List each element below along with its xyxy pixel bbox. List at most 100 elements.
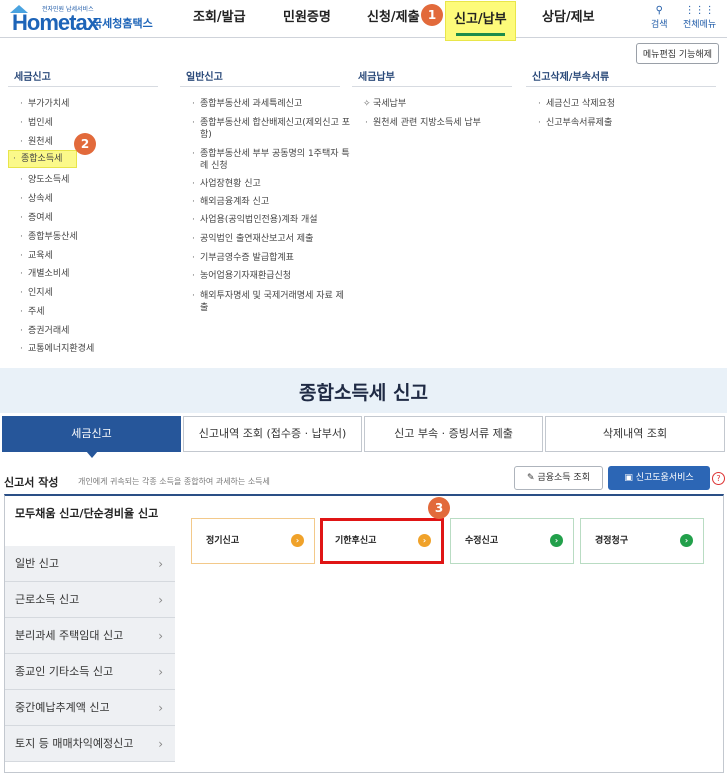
menu-item-national-tax-payment[interactable]: 국세납부 bbox=[363, 98, 406, 110]
menu-item-overseas-account[interactable]: 해외금융계좌 신고 bbox=[192, 196, 350, 208]
card-correction-claim[interactable]: 경정청구 › bbox=[580, 518, 704, 564]
nav-report-payment-label: 신고/납부 bbox=[454, 12, 507, 27]
card-regular-report[interactable]: 정기신고 › bbox=[191, 518, 315, 564]
card-label: 수정신고 bbox=[465, 536, 499, 546]
card-label: 정기신고 bbox=[206, 536, 240, 546]
menu-item-excise-tax[interactable]: 개별소비세 bbox=[20, 268, 69, 280]
menu-item-stamp-tax[interactable]: 인지세 bbox=[20, 287, 53, 299]
side-item-interim-prepayment[interactable]: 중간예납추계액 신고 › bbox=[5, 690, 175, 726]
menu-item-property-tax-special[interactable]: 종합부동산세 과세특례신고 bbox=[192, 98, 350, 110]
divider bbox=[180, 86, 340, 87]
finance-income-lookup-button[interactable]: ✎ 금융소득 조회 bbox=[514, 466, 603, 490]
chevron-right-icon: › bbox=[291, 534, 304, 547]
chevron-right-icon: › bbox=[158, 593, 163, 607]
logo-korean-text: 국세청홈택스 bbox=[92, 17, 153, 30]
search-icon: ⚲ bbox=[655, 5, 663, 16]
menu-item-delete-request[interactable]: 세금신고 삭제요청 bbox=[538, 98, 615, 110]
menu-edit-button[interactable]: 메뉴편집 기능해제 bbox=[635, 43, 719, 64]
menu-item-business-status[interactable]: 사업장현황 신고 bbox=[192, 178, 350, 190]
chevron-right-icon: › bbox=[550, 534, 563, 547]
chevron-right-icon: › bbox=[158, 557, 163, 571]
help-icon[interactable]: ? bbox=[712, 472, 725, 485]
section-description: 개인에게 귀속되는 각종 소득을 종합하여 과세하는 소득세 bbox=[78, 477, 270, 486]
menu-item-attachment-submit[interactable]: 신고부속서류제출 bbox=[538, 117, 612, 129]
menu-item-global-income-tax[interactable]: 종합소득세 bbox=[8, 150, 78, 168]
chevron-right-icon: › bbox=[418, 534, 431, 547]
menu-item-corporate-tax[interactable]: 법인세 bbox=[20, 117, 53, 129]
chevron-right-icon: › bbox=[158, 629, 163, 643]
menu-item-property-tax-couple[interactable]: 종합부동산세 부부 공동명의 1주택자 특례 신청 bbox=[192, 148, 350, 172]
grid-icon: ⋮⋮⋮ bbox=[684, 5, 715, 16]
search-label: 검색 bbox=[651, 20, 668, 30]
menu-item-comprehensive-property-tax[interactable]: 종합부동산세 bbox=[20, 231, 78, 243]
tab-delete-history[interactable]: 삭제내역 조회 bbox=[545, 416, 725, 452]
side-item-label: 토지 등 매매차익예정신고 bbox=[15, 737, 134, 750]
chevron-right-icon: › bbox=[680, 534, 693, 547]
side-item-religious-income[interactable]: 종교인 기타소득 신고 › bbox=[5, 654, 175, 690]
logo-text: Hometax bbox=[12, 10, 99, 35]
menu-item-public-corp-report[interactable]: 공익법인 출연재산보고서 제출 bbox=[192, 233, 350, 245]
side-item-separate-housing[interactable]: 분리과세 주택임대 신고 › bbox=[5, 618, 175, 654]
side-item-label: 중간예납추계액 신고 bbox=[15, 701, 110, 714]
menu-item-education-tax[interactable]: 교육세 bbox=[20, 250, 53, 262]
divider bbox=[352, 86, 512, 87]
side-item-label: 분리과세 주택임대 신고 bbox=[15, 629, 124, 642]
card-late-report[interactable]: 기한후신고 › bbox=[320, 518, 444, 564]
side-item-label: 일반 신고 bbox=[15, 557, 59, 570]
active-underline bbox=[456, 33, 505, 36]
column-title-delete-attach: 신고삭제/부속서류 bbox=[532, 72, 610, 83]
menu-item-securities-tax[interactable]: 증권거래세 bbox=[20, 325, 69, 337]
menu-item-overseas-investment[interactable]: 해외투자명세 및 국제거래명세 자료 제출 bbox=[192, 290, 350, 314]
nav-report-payment[interactable]: 신고/납부 bbox=[445, 1, 516, 41]
top-header: 전자민원 납세서비스 Hometax 국세청홈택스 조회/발급 민원증명 신청/… bbox=[0, 0, 727, 41]
menu-item-liquor-tax[interactable]: 주세 bbox=[20, 306, 44, 318]
nav-consult-report[interactable]: 상담/제보 bbox=[542, 0, 595, 38]
all-menu-label: 전체메뉴 bbox=[683, 20, 717, 30]
menu-item-business-account[interactable]: 사업용(공익법인전용)계좌 개설 bbox=[192, 214, 350, 226]
document-icon: ✎ bbox=[527, 473, 535, 483]
step-badge-1: 1 bbox=[421, 4, 443, 26]
report-help-service-label: 신고도움서비스 bbox=[635, 473, 694, 483]
menu-item-traffic-energy-tax[interactable]: 교통에너지환경세 bbox=[20, 343, 94, 355]
menu-item-vat[interactable]: 부가가치세 bbox=[20, 98, 69, 110]
tab-tax-report[interactable]: 세금신고 bbox=[2, 416, 181, 458]
chevron-right-icon: › bbox=[158, 665, 163, 679]
card-label: 경정청구 bbox=[595, 536, 629, 546]
side-item-label: 근로소득 신고 bbox=[15, 593, 80, 606]
chevron-right-icon: › bbox=[158, 737, 163, 751]
menu-item-gift-tax[interactable]: 증여세 bbox=[20, 212, 53, 224]
nav-lookup-issue[interactable]: 조회/발급 bbox=[193, 0, 246, 38]
side-item-general[interactable]: 일반 신고 › bbox=[5, 546, 175, 582]
column-title-general-report: 일반신고 bbox=[186, 72, 223, 83]
tab-report-history[interactable]: 신고내역 조회 (접수증 · 납부서) bbox=[183, 416, 362, 452]
card-label: 기한후신고 bbox=[335, 536, 377, 546]
side-item-land-sale[interactable]: 토지 등 매매차익예정신고 › bbox=[5, 726, 175, 762]
side-item-label: 종교인 기타소득 신고 bbox=[15, 665, 114, 678]
card-amended-report[interactable]: 수정신고 › bbox=[450, 518, 574, 564]
column-title-tax-report: 세금신고 bbox=[14, 72, 51, 83]
menu-item-inheritance-tax[interactable]: 상속세 bbox=[20, 193, 53, 205]
nav-civil-certificate[interactable]: 민원증명 bbox=[283, 0, 331, 38]
menu-item-local-income-tax-payment[interactable]: 원천세 관련 지방소득세 납부 bbox=[365, 117, 481, 129]
step-badge-2: 2 bbox=[74, 133, 96, 155]
menu-item-property-tax-exclusion[interactable]: 종합부동산세 합산배제신고(제외신고 포함) bbox=[192, 117, 350, 141]
menu-item-farm-refund[interactable]: 농어업용기자재환급신청 bbox=[192, 270, 350, 282]
all-menu-button[interactable]: ⋮⋮⋮ 전체메뉴 bbox=[683, 5, 716, 30]
finance-income-lookup-label: 금융소득 조회 bbox=[537, 473, 590, 483]
chevron-right-icon: › bbox=[158, 701, 163, 715]
column-title-tax-payment: 세금납부 bbox=[358, 72, 395, 83]
report-help-service-button[interactable]: ▣ 신고도움서비스 bbox=[608, 466, 710, 490]
step-badge-3: 3 bbox=[428, 497, 450, 519]
menu-item-withholding-tax[interactable]: 원천세 bbox=[20, 136, 53, 148]
book-icon: ▣ bbox=[624, 473, 633, 483]
hometax-logo[interactable]: 전자민원 납세서비스 Hometax 국세청홈택스 bbox=[8, 4, 153, 35]
menu-item-donation-receipt[interactable]: 기부금영수증 발급합계표 bbox=[192, 252, 350, 264]
search-button[interactable]: ⚲ 검색 bbox=[651, 5, 668, 30]
side-item-earned-income[interactable]: 근로소득 신고 › bbox=[5, 582, 175, 618]
nav-application-submit[interactable]: 신청/제출 bbox=[367, 0, 420, 38]
section-title: 신고서 작성 bbox=[4, 476, 59, 489]
tab-attach-submit[interactable]: 신고 부속 · 증빙서류 제출 bbox=[364, 416, 543, 452]
side-item-prefilled[interactable]: 모두채움 신고/단순경비율 신고 bbox=[5, 496, 175, 546]
divider bbox=[8, 86, 158, 87]
menu-item-capital-gains-tax[interactable]: 양도소득세 bbox=[20, 174, 69, 186]
